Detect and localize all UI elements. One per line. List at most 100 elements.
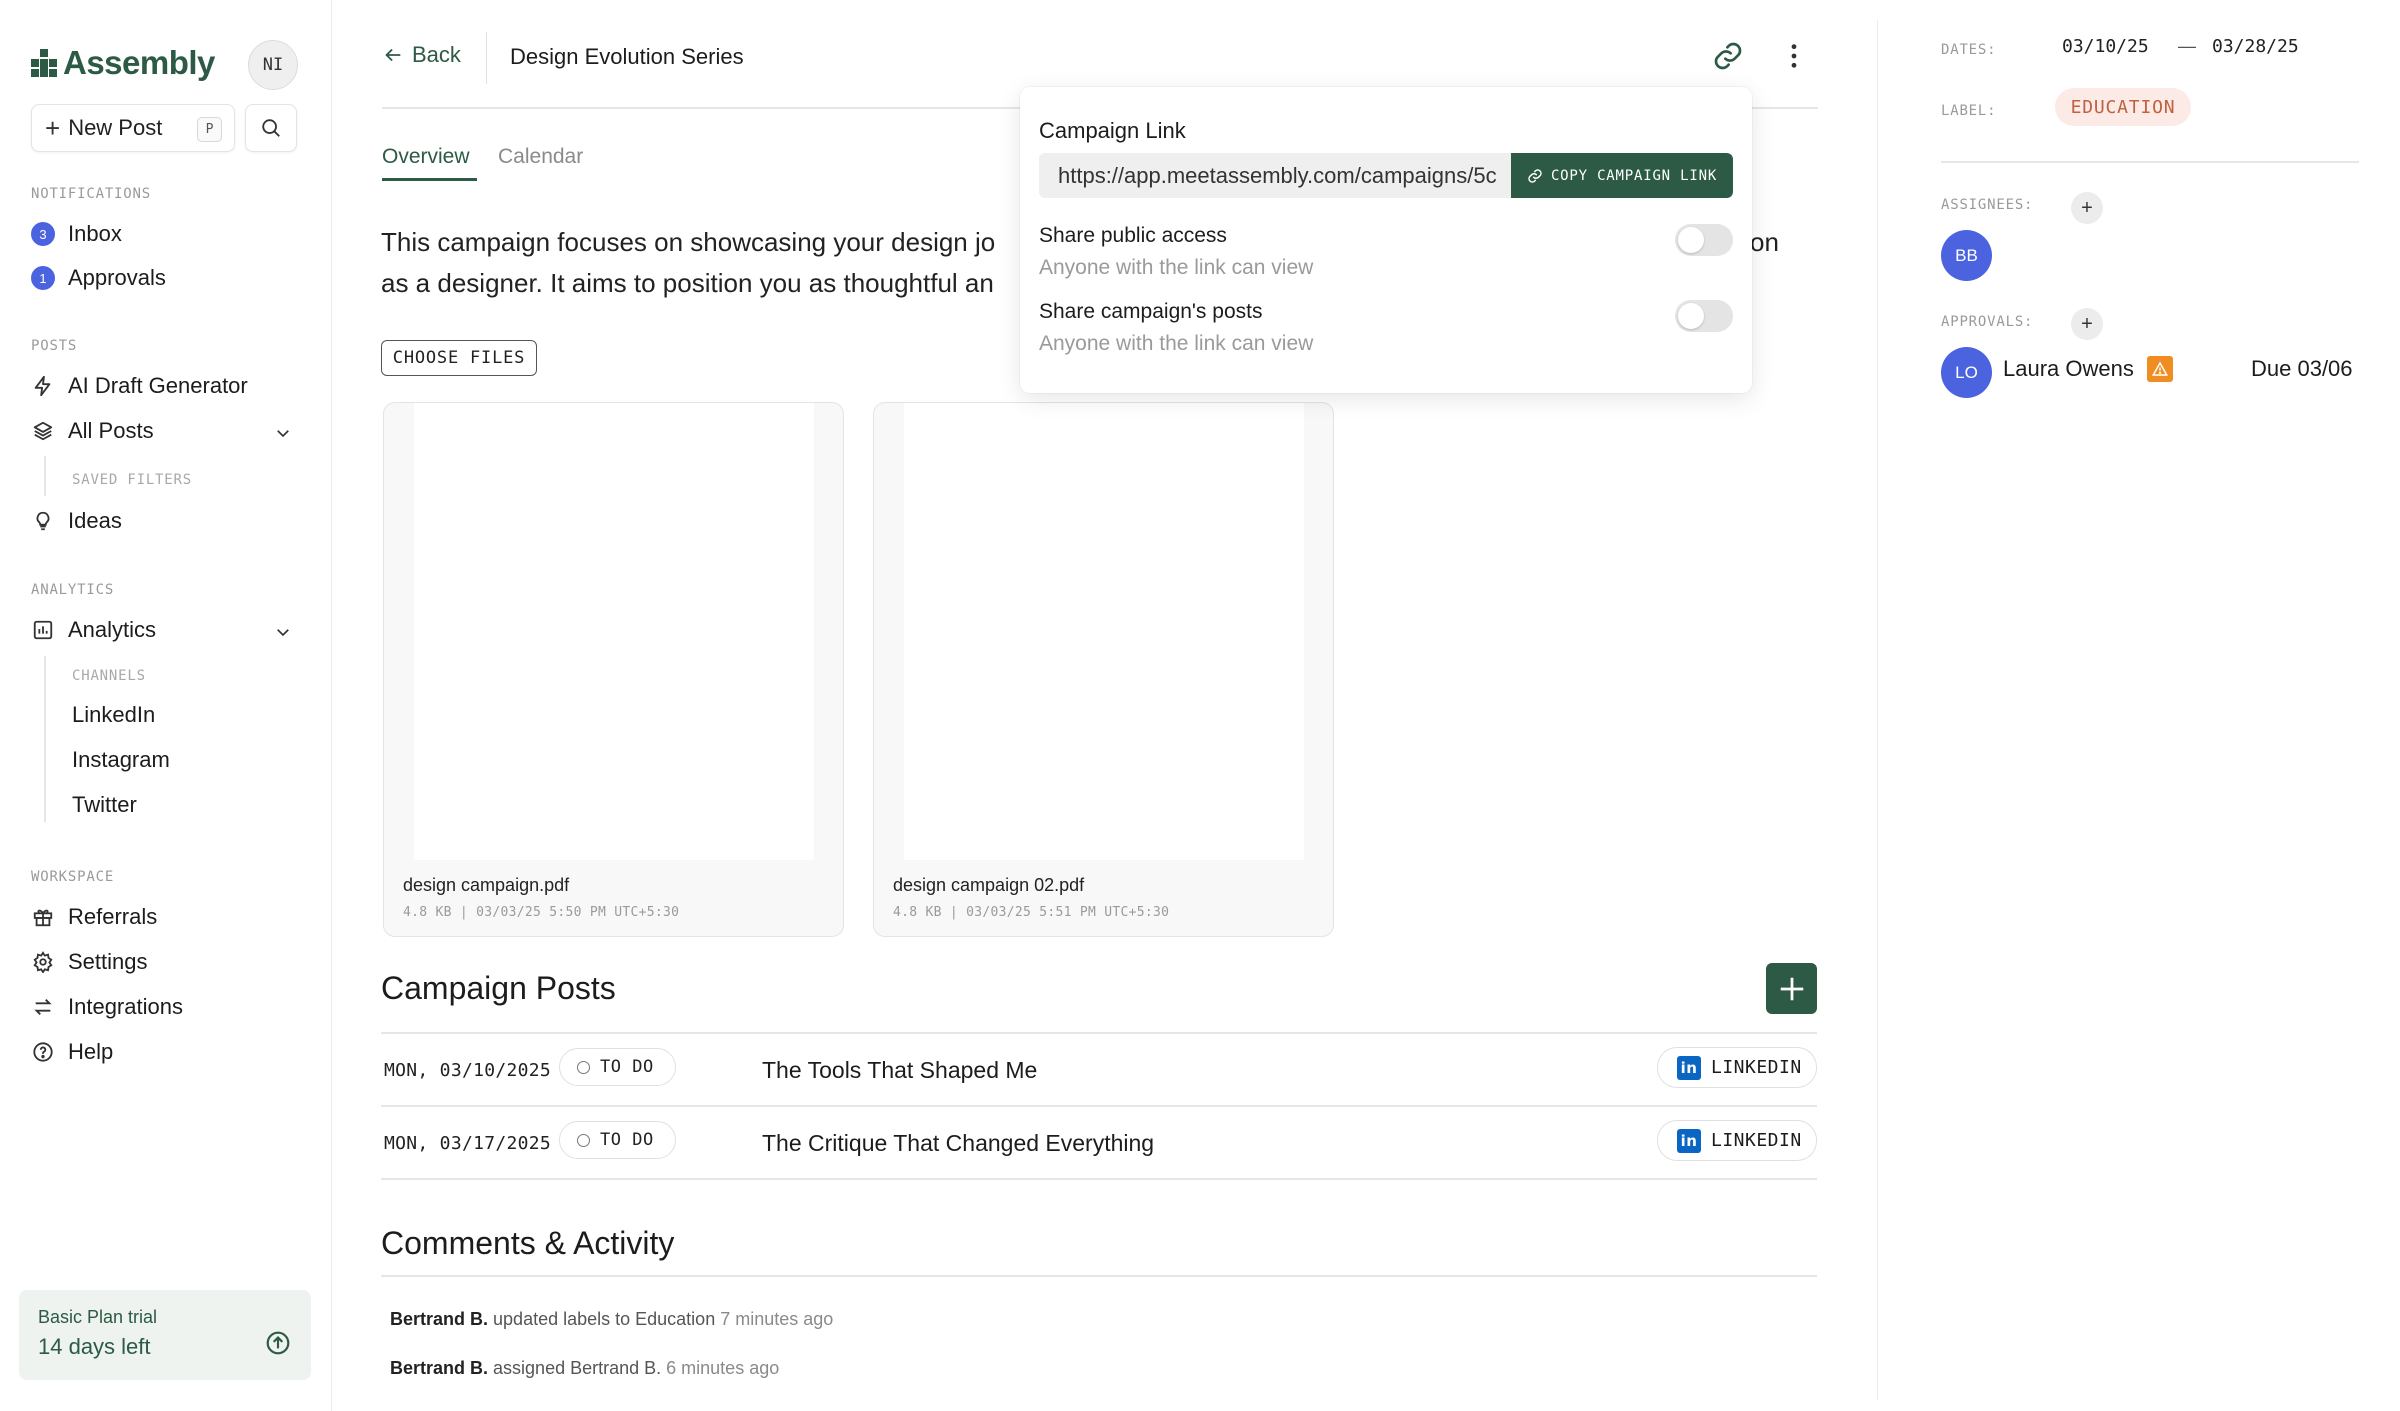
new-post-button[interactable]: + New Post P <box>31 104 235 152</box>
details-divider <box>1941 161 2359 163</box>
sidebar-item-label: Integrations <box>68 994 183 1019</box>
sidebar-item-help[interactable]: Help <box>31 1039 113 1065</box>
sidebar-item-approvals[interactable]: 1 Approvals <box>31 265 166 291</box>
gear-icon <box>31 950 55 974</box>
sidebar-item-ideas[interactable]: Ideas <box>31 508 122 534</box>
sidebar-item-label: Approvals <box>68 265 166 290</box>
file-meta: 4.8 KB | 03/03/25 5:50 PM UTC+5:30 <box>403 905 680 920</box>
activity-item: Bertrand B. updated labels to Education … <box>390 1309 833 1330</box>
inbox-count-badge: 3 <box>31 222 55 246</box>
table-row[interactable]: MON, 03/10/2025 TO DO The Tools That Sha… <box>381 1038 1817 1108</box>
approvals-label: APPROVALS: <box>1941 314 2034 330</box>
sidebar-item-settings[interactable]: Settings <box>31 949 148 975</box>
plus-icon: + <box>45 113 61 143</box>
sidebar-item-label: Ideas <box>68 508 122 533</box>
link-icon <box>1528 168 1542 183</box>
activity-text: updated labels to Education <box>493 1309 716 1329</box>
tree-line <box>44 656 46 822</box>
copy-campaign-link-button[interactable]: COPY CAMPAIGN LINK <box>1511 153 1733 198</box>
analytics-icon <box>31 618 55 642</box>
approver-avatar[interactable]: LO <box>1941 347 1992 398</box>
activity-time: 7 minutes ago <box>720 1309 834 1329</box>
share-public-access-label: Share public access <box>1039 224 1227 247</box>
channel-badge[interactable]: in LINKEDIN <box>1657 1120 1817 1161</box>
channel-badge[interactable]: in LINKEDIN <box>1657 1047 1817 1088</box>
search-button[interactable] <box>245 104 297 152</box>
channel-label: LINKEDIN <box>1711 1130 1802 1151</box>
dates-label: DATES: <box>1941 42 1997 58</box>
arrow-up-circle-icon[interactable] <box>265 1330 291 1356</box>
status-badge[interactable]: TO DO <box>559 1121 676 1159</box>
date-range-separator: — <box>2178 36 2196 56</box>
plus-icon <box>1780 977 1803 1000</box>
tab-overview[interactable]: Overview <box>382 145 470 169</box>
tab-calendar[interactable]: Calendar <box>498 145 583 169</box>
table-divider <box>381 1032 1817 1034</box>
linkedin-icon: in <box>1677 1128 1701 1153</box>
warning-icon <box>2147 356 2173 382</box>
add-approver-button[interactable]: + <box>2071 308 2103 340</box>
search-icon <box>262 119 280 137</box>
activity-text: assigned Bertrand B. <box>493 1358 662 1378</box>
post-title[interactable]: The Tools That Shaped Me <box>762 1057 1037 1084</box>
back-label: Back <box>412 42 461 67</box>
end-date[interactable]: 03/28/25 <box>2212 36 2299 57</box>
channel-item-linkedin[interactable]: LinkedIn <box>72 702 155 728</box>
back-arrow-icon <box>385 48 401 62</box>
campaign-url-field[interactable]: https://app.meetassembly.com/campaigns/5… <box>1039 153 1733 198</box>
share-public-access-description: Anyone with the link can view <box>1039 256 1314 279</box>
workspace-section-title: WORKSPACE <box>31 869 115 885</box>
sidebar-item-integrations[interactable]: Integrations <box>31 994 183 1020</box>
user-avatar[interactable]: NI <box>248 40 298 90</box>
add-post-button[interactable] <box>1766 963 1817 1014</box>
add-assignee-button[interactable]: + <box>2071 192 2103 224</box>
brand-logo[interactable]: Assembly <box>31 44 215 82</box>
brand-name: Assembly <box>63 44 215 81</box>
approver-name: Laura Owens <box>2003 356 2134 381</box>
file-preview <box>904 403 1304 860</box>
gift-icon <box>31 905 55 929</box>
sidebar-item-analytics[interactable]: Analytics <box>31 617 156 643</box>
assignees-label: ASSIGNEES: <box>1941 197 2034 213</box>
help-icon <box>31 1040 55 1064</box>
trial-plan-name: Basic Plan trial <box>38 1307 158 1327</box>
circle-icon <box>577 1060 590 1074</box>
campaign-link-popover: Campaign Link https://app.meetassembly.c… <box>1020 87 1752 393</box>
trial-banner[interactable]: Basic Plan trial 14 days left <box>19 1290 311 1380</box>
choose-files-button[interactable]: CHOOSE FILES <box>381 340 537 376</box>
post-title[interactable]: The Critique That Changed Everything <box>762 1130 1154 1157</box>
file-card[interactable]: design campaign.pdf 4.8 KB | 03/03/25 5:… <box>383 402 844 937</box>
share-posts-toggle[interactable] <box>1675 300 1733 332</box>
start-date[interactable]: 03/10/25 <box>2062 36 2149 57</box>
active-tab-indicator <box>382 178 477 181</box>
layers-icon <box>31 419 55 443</box>
sidebar-item-all-posts[interactable]: All Posts <box>31 418 154 444</box>
link-icon[interactable] <box>1712 40 1744 72</box>
back-button[interactable]: Back <box>382 42 461 68</box>
more-vertical-icon[interactable] <box>1778 40 1810 72</box>
share-public-access-toggle[interactable] <box>1675 224 1733 256</box>
channel-item-instagram[interactable]: Instagram <box>72 747 170 773</box>
new-post-label: New Post <box>68 115 163 140</box>
campaign-label-badge[interactable]: EDUCATION <box>2055 88 2191 126</box>
table-row[interactable]: MON, 03/17/2025 TO DO The Critique That … <box>381 1111 1817 1181</box>
details-panel-divider <box>1877 20 1878 1400</box>
saved-filters-title: SAVED FILTERS <box>72 472 192 488</box>
channel-item-twitter[interactable]: Twitter <box>72 792 137 818</box>
file-card[interactable]: design campaign 02.pdf 4.8 KB | 03/03/25… <box>873 402 1334 937</box>
sidebar-item-inbox[interactable]: 3 Inbox <box>31 221 122 247</box>
file-name: design campaign.pdf <box>403 875 570 895</box>
page-title: Design Evolution Series <box>510 44 744 69</box>
table-divider <box>381 1178 1817 1180</box>
sidebar-item-ai-draft[interactable]: AI Draft Generator <box>31 373 248 399</box>
share-posts-description: Anyone with the link can view <box>1039 332 1314 355</box>
assignee-avatar[interactable]: BB <box>1941 230 1992 281</box>
sidebar-item-referrals[interactable]: Referrals <box>31 904 157 930</box>
chevron-down-icon[interactable] <box>274 623 292 641</box>
chevron-down-icon[interactable] <box>274 424 292 442</box>
share-posts-row: Share campaign's posts Anyone with the l… <box>1039 300 1733 356</box>
status-badge[interactable]: TO DO <box>559 1048 676 1086</box>
arrows-icon <box>31 995 55 1019</box>
approvals-count-badge: 1 <box>31 266 55 290</box>
assembly-logo-icon <box>31 49 57 77</box>
